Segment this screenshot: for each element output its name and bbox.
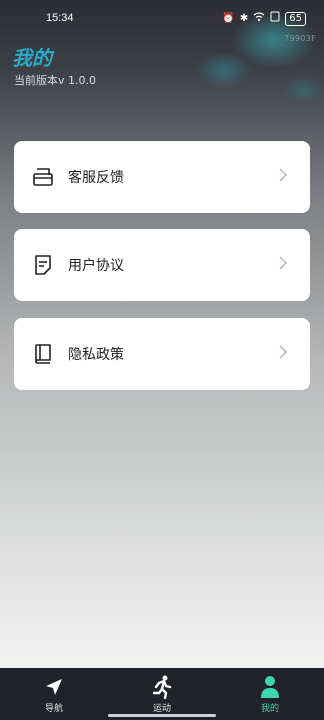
chevron-right-icon (278, 167, 288, 188)
running-person-icon (150, 675, 174, 699)
page-title: 我的 (12, 46, 52, 70)
home-indicator (108, 714, 216, 717)
bottom-nav: 导航 运动 我的 (0, 668, 324, 720)
status-time: 15:34 (46, 12, 74, 24)
nav-tab-exercise[interactable]: 运动 (108, 668, 216, 720)
nav-tab-mine[interactable]: 我的 (216, 668, 324, 720)
version-text: 当前版本v 1.0.0 (14, 74, 96, 87)
menu-item-user-agreement[interactable]: 用户协议 (14, 229, 310, 301)
menu-item-label: 隐私政策 (68, 347, 124, 363)
nav-tab-navigation[interactable]: 导航 (0, 668, 108, 720)
menu-item-label: 客服反馈 (68, 170, 124, 186)
alarm-icon: ⏰ (222, 12, 235, 24)
navigation-arrow-icon (42, 675, 66, 699)
menu-item-label: 用户协议 (68, 258, 124, 274)
wifi-icon (253, 11, 265, 26)
chevron-right-icon (278, 255, 288, 276)
status-icons: ⏰ ✱ 65 (222, 11, 306, 26)
book-icon (32, 343, 54, 365)
document-icon (32, 254, 54, 276)
message-box-icon (32, 166, 54, 188)
nav-tab-label: 我的 (260, 704, 279, 714)
user-icon (258, 675, 282, 699)
nav-tab-label: 导航 (44, 704, 63, 714)
corner-code: 79903F (284, 34, 316, 43)
chevron-right-icon (278, 344, 288, 365)
nav-tab-label: 运动 (152, 704, 171, 714)
status-bar: 15:34 ⏰ ✱ 65 (0, 0, 324, 38)
bluetooth-icon: ✱ (239, 12, 249, 24)
sim-icon (270, 11, 280, 26)
battery-icon: 65 (285, 11, 306, 26)
menu-item-privacy-policy[interactable]: 隐私政策 (14, 318, 310, 390)
menu-item-feedback[interactable]: 客服反馈 (14, 141, 310, 213)
